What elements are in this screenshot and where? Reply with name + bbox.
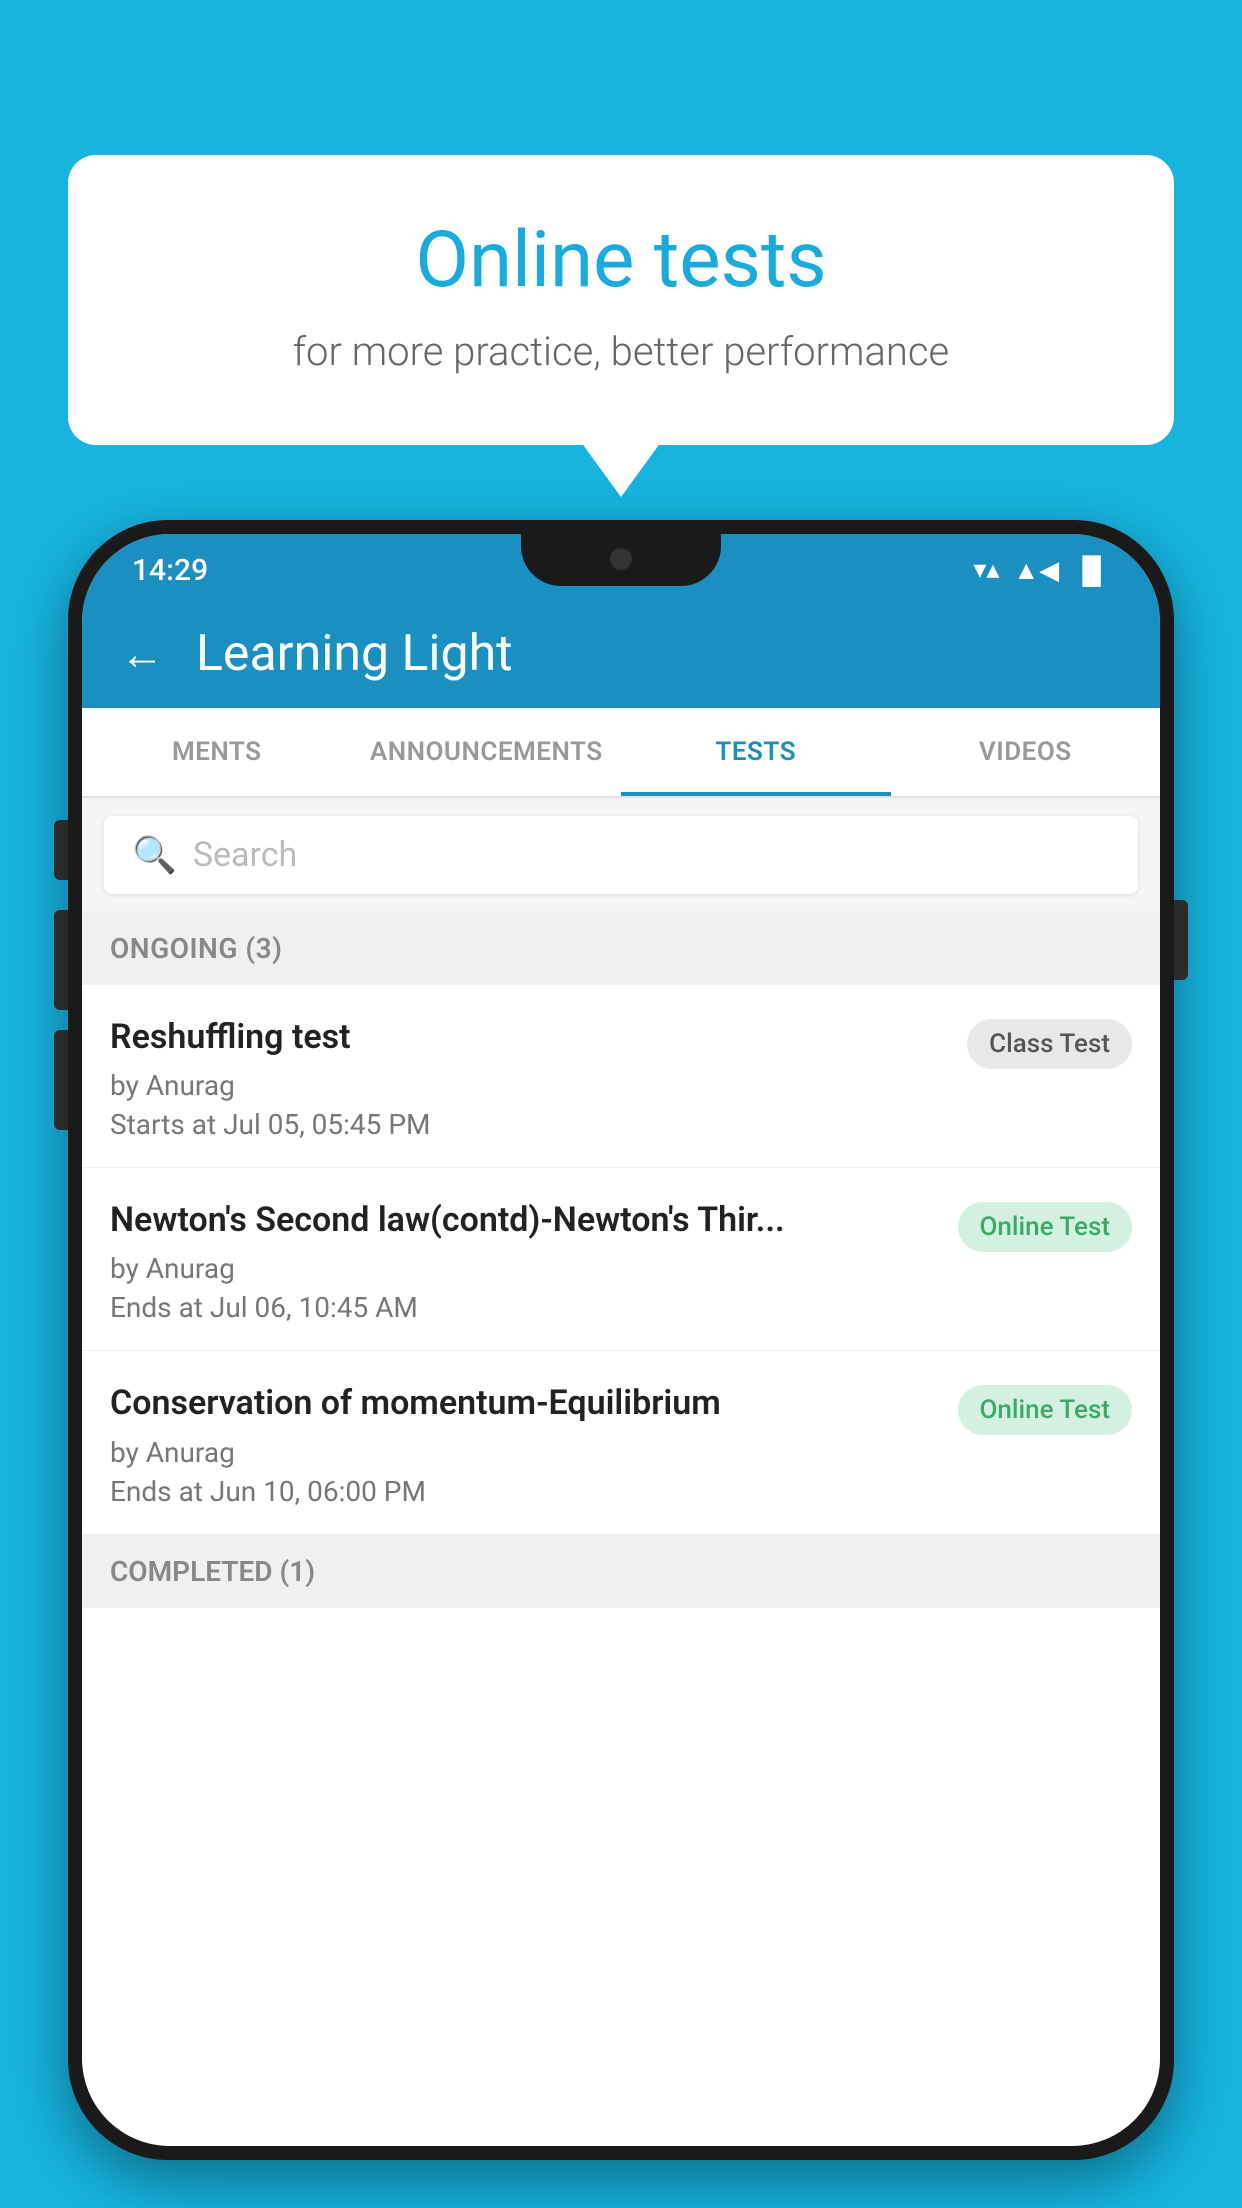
volume-down-button [54,1030,68,1130]
app-title: Learning Light [196,625,513,683]
phone-outer: 14:29 ▾▴ ▲◀ ▐▌ ← Learning Light MENTS AN… [68,520,1174,2160]
test-name-conservation: Conservation of momentum-Equilibrium [110,1381,938,1425]
status-icons: ▾▴ ▲◀ ▐▌ [973,555,1110,586]
signal-icon: ▲◀ [1013,555,1059,586]
test-item-conservation[interactable]: Conservation of momentum-Equilibrium by … [82,1351,1160,1534]
tabs-bar: MENTS ANNOUNCEMENTS TESTS VIDEOS [82,708,1160,798]
app-bar: ← Learning Light [82,600,1160,708]
test-item-left-conservation: Conservation of momentum-Equilibrium by … [110,1381,958,1507]
test-time-conservation: Ends at Jun 10, 06:00 PM [110,1475,938,1508]
test-item-newton[interactable]: Newton's Second law(contd)-Newton's Thir… [82,1168,1160,1351]
tab-tests[interactable]: TESTS [621,708,891,796]
volume-up-button [54,910,68,1010]
promo-subtitle: for more practice, better performance [118,328,1124,375]
completed-section-header: COMPLETED (1) [82,1535,1160,1608]
wifi-icon: ▾▴ [973,555,999,585]
test-badge-online-conservation: Online Test [958,1385,1133,1435]
test-badge-class: Class Test [967,1019,1132,1069]
status-time: 14:29 [132,553,208,588]
search-input[interactable]: Search [193,835,297,875]
test-item-left-newton: Newton's Second law(contd)-Newton's Thir… [110,1198,958,1324]
completed-label: COMPLETED (1) [110,1555,315,1588]
test-name-reshuffling: Reshuffling test [110,1015,947,1059]
power-button [1174,900,1188,980]
camera-dot [610,548,632,570]
tab-announcements[interactable]: ANNOUNCEMENTS [352,708,622,796]
phone-notch [521,534,721,586]
tab-ments[interactable]: MENTS [82,708,352,796]
promo-card: Online tests for more practice, better p… [68,155,1174,445]
phone-screen: 14:29 ▾▴ ▲◀ ▐▌ ← Learning Light MENTS AN… [82,534,1160,2146]
promo-title: Online tests [118,215,1124,306]
test-by-reshuffling: by Anurag [110,1069,947,1102]
test-by-conservation: by Anurag [110,1436,938,1469]
silent-button [54,820,68,880]
search-input-wrap[interactable]: 🔍 Search [104,816,1138,894]
search-container: 🔍 Search [82,798,1160,912]
battery-icon: ▐▌ [1073,555,1110,586]
test-item-left: Reshuffling test by Anurag Starts at Jul… [110,1015,967,1141]
test-list: Reshuffling test by Anurag Starts at Jul… [82,985,1160,2146]
ongoing-label: ONGOING (3) [110,932,282,965]
test-time-reshuffling: Starts at Jul 05, 05:45 PM [110,1108,947,1141]
phone-wrapper: 14:29 ▾▴ ▲◀ ▐▌ ← Learning Light MENTS AN… [68,520,1174,2208]
tab-videos[interactable]: VIDEOS [891,708,1161,796]
search-icon: 🔍 [132,834,177,876]
test-by-newton: by Anurag [110,1252,938,1285]
test-name-newton: Newton's Second law(contd)-Newton's Thir… [110,1198,938,1242]
test-time-newton: Ends at Jul 06, 10:45 AM [110,1291,938,1324]
test-item-reshuffling[interactable]: Reshuffling test by Anurag Starts at Jul… [82,985,1160,1168]
ongoing-section-header: ONGOING (3) [82,912,1160,985]
back-button[interactable]: ← [120,628,164,680]
test-badge-online-newton: Online Test [958,1202,1133,1252]
